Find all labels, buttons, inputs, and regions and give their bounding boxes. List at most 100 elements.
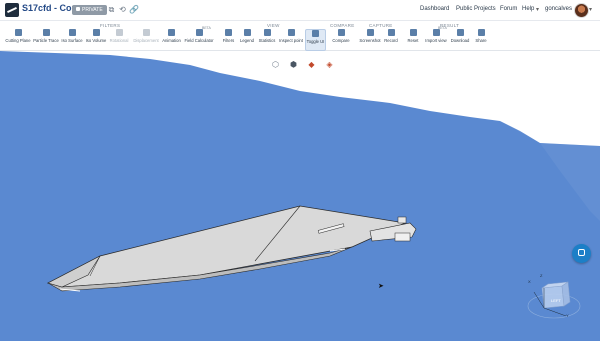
help-caret-icon[interactable]: ▾ <box>536 6 539 13</box>
iso-volume-icon <box>92 29 100 36</box>
particle-trace-label: Particle Trace <box>33 38 59 43</box>
stern-bracket <box>397 216 407 224</box>
view-solid-icon[interactable]: ⬢ <box>288 59 299 70</box>
reset-icon <box>409 29 417 36</box>
link-icon[interactable]: 🔗 <box>129 5 139 14</box>
simscale-logo[interactable] <box>5 3 19 17</box>
compare-button[interactable]: Compare <box>331 29 351 49</box>
inspect-point-button[interactable]: Inspect point <box>279 29 303 49</box>
iso-volume-label: Iso Volume <box>85 38 107 43</box>
toggle-ui-button[interactable]: Toggle UI <box>305 29 326 51</box>
rudder <box>394 232 411 242</box>
cutting-plane-label: Cutting Plane <box>5 38 31 43</box>
group-label-compare: COMPARE <box>330 23 355 28</box>
screenshot-icon <box>366 29 374 36</box>
filters-button[interactable]: Filters <box>221 29 236 49</box>
inspect-point-label: Inspect point <box>279 38 303 43</box>
copy-icon[interactable]: ⧉ <box>107 5 116 14</box>
record-icon <box>387 29 395 36</box>
toolbar-ribbon: FILTERS VIEW COMPARE CAPTURE RESULT Cutt… <box>0 21 600 51</box>
record-label: Record <box>384 38 398 43</box>
axis-y-line <box>543 307 567 317</box>
scene-canvas[interactable] <box>0 51 600 341</box>
private-badge: PRIVATE <box>72 5 107 15</box>
iso-volume-button[interactable]: Iso Volume <box>85 29 107 49</box>
inspect-point-icon <box>287 29 295 36</box>
field-calculator-button[interactable]: BETA Field Calculator <box>184 26 214 49</box>
download-icon <box>456 29 464 36</box>
filters-label: Filters <box>222 38 235 43</box>
particle-trace-icon <box>42 29 50 36</box>
import-view-beta-tag: BETA <box>438 26 447 30</box>
view-cube-face-label: LEFT <box>551 298 561 303</box>
reset-button[interactable]: Reset <box>406 29 420 49</box>
share-label: Share <box>475 38 487 43</box>
group-label-filters: FILTERS <box>100 23 121 28</box>
import-view-icon <box>432 29 440 36</box>
statistics-button[interactable]: Statistics <box>257 29 277 49</box>
screenshot-label: Screenshot <box>359 38 381 43</box>
displacement-button[interactable]: Displacement <box>132 29 160 49</box>
mouse-cursor-icon: ➤ <box>378 283 384 290</box>
animation-button[interactable]: Animation <box>161 29 182 49</box>
legend-icon <box>243 29 251 36</box>
user-menu-caret-icon[interactable]: ▾ <box>589 6 592 13</box>
history-icon[interactable]: ⟲ <box>118 5 127 14</box>
compare-label: Compare <box>332 38 350 43</box>
avatar[interactable] <box>574 3 589 18</box>
share-button[interactable]: Share <box>474 29 488 49</box>
3d-viewport[interactable]: ⬡ ⬢ ◆ ◈ ➤ LEFT X Y Z <box>0 51 600 341</box>
filters-icon <box>225 29 232 36</box>
view-cube-front <box>541 285 565 309</box>
import-view-label: Import view <box>425 38 447 43</box>
animation-icon <box>168 29 175 36</box>
chat-support-button[interactable] <box>572 244 591 263</box>
view-cube[interactable] <box>526 266 586 326</box>
rotational-icon <box>115 29 123 36</box>
group-label-capture: CAPTURE <box>369 23 393 28</box>
download-button[interactable]: Download <box>450 29 470 49</box>
compare-icon <box>337 29 345 36</box>
axis-y-label: Y <box>566 313 569 318</box>
statistics-label: Statistics <box>258 38 276 43</box>
lock-icon <box>76 7 80 11</box>
reset-label: Reset <box>407 38 419 43</box>
private-badge-label: PRIVATE <box>82 7 103 13</box>
beta-tag: BETA <box>202 26 211 30</box>
field-calculator-icon <box>195 29 203 36</box>
iso-surface-button[interactable]: Iso Surface <box>61 29 83 49</box>
view-surface-color-icon[interactable]: ◆ <box>306 59 317 70</box>
view-wireframe-icon[interactable]: ⬡ <box>270 59 281 70</box>
toggle-ui-icon <box>312 30 319 37</box>
rotational-button[interactable]: Rotational <box>108 29 130 49</box>
view-shaded-edges-icon[interactable]: ◈ <box>324 59 335 70</box>
share-icon <box>477 29 485 36</box>
iso-surface-label: Iso Surface <box>61 38 83 43</box>
axis-z-label: Z <box>540 273 543 278</box>
nav-dashboard[interactable]: Dashboard <box>420 6 449 12</box>
rotational-label: Rotational <box>109 38 129 43</box>
download-label: Download <box>450 38 470 43</box>
axis-x-label: X <box>528 279 531 284</box>
nav-help[interactable]: Help <box>522 6 534 12</box>
iso-surface-icon <box>68 29 76 36</box>
toggle-ui-label: Toggle UI <box>306 39 325 44</box>
top-bar: S17cfd - Copy PRIVATE ⧉ ⟲ 🔗 Dashboard Pu… <box>0 0 600 21</box>
statistics-icon <box>263 29 271 36</box>
screenshot-button[interactable]: Screenshot <box>359 29 381 49</box>
group-label-view: VIEW <box>267 23 280 28</box>
field-calculator-label: Field Calculator <box>184 38 214 43</box>
sky-region <box>0 51 600 146</box>
nav-public-projects[interactable]: Public Projects <box>456 6 496 12</box>
username[interactable]: goncalves <box>545 6 572 12</box>
legend-label: Legend <box>240 38 254 43</box>
cutting-plane-icon <box>14 29 22 36</box>
legend-button[interactable]: Legend <box>239 29 255 49</box>
displacement-icon <box>142 29 150 36</box>
displacement-label: Displacement <box>133 38 159 43</box>
import-view-button[interactable]: BETA Import view <box>424 26 448 49</box>
cutting-plane-button[interactable]: Cutting Plane <box>5 29 31 49</box>
particle-trace-button[interactable]: Particle Trace <box>33 29 59 49</box>
nav-forum[interactable]: Forum <box>500 6 517 12</box>
record-button[interactable]: Record <box>383 29 399 49</box>
